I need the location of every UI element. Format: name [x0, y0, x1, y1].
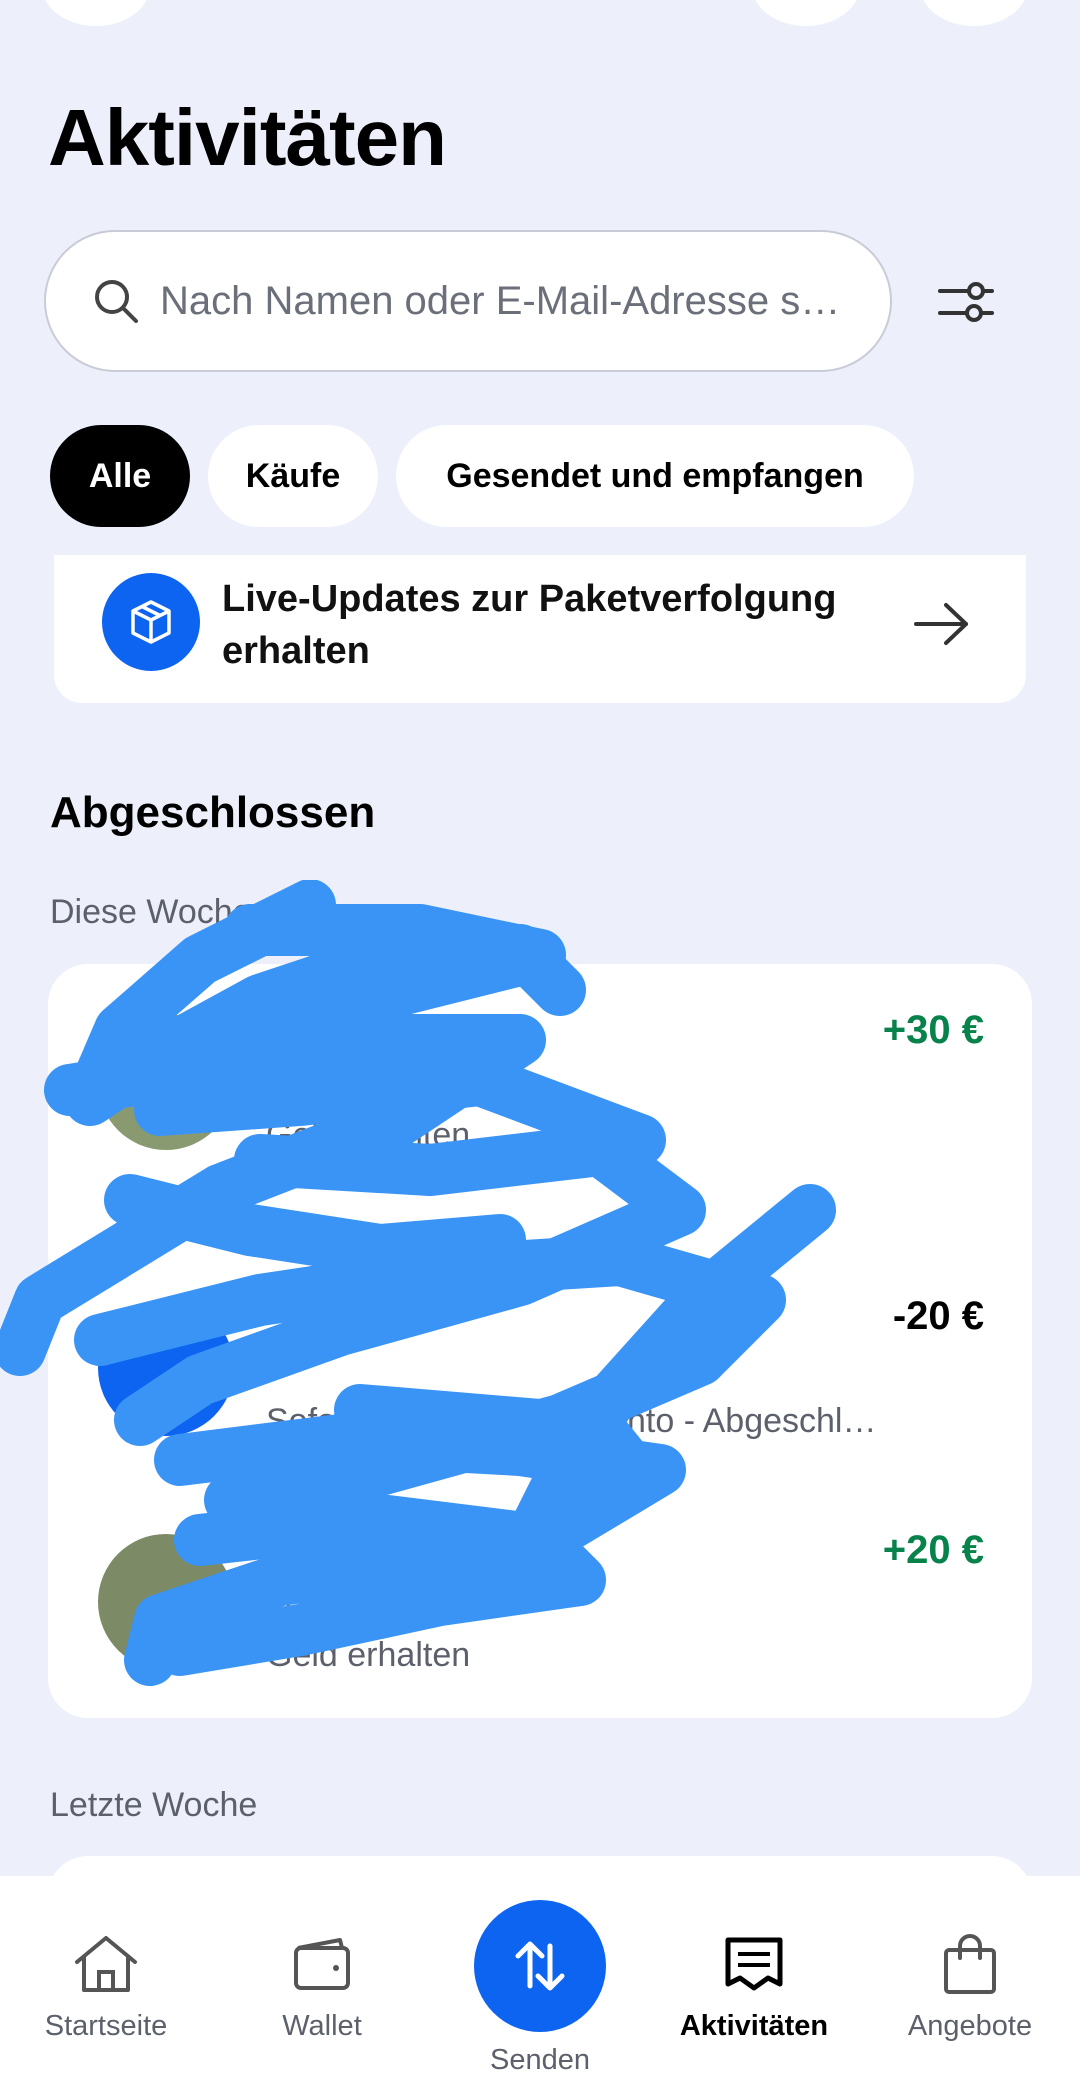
- nav-label: Startseite: [44, 2010, 168, 2042]
- top-partial-button[interactable]: [752, 0, 860, 26]
- nav-label: Aktivitäten: [679, 2010, 829, 2042]
- wallet-icon: [222, 1928, 422, 2000]
- bank-avatar: [98, 1300, 234, 1436]
- banner-text: Live-Updates zur Paketverfolgung erhalte…: [222, 578, 837, 672]
- search-input[interactable]: Nach Namen oder E-Mail-Adresse s…: [44, 230, 892, 372]
- transaction-description: Sofortzahlung – Bankkonto - Abgeschl…: [266, 1402, 877, 1440]
- avatar: [98, 1534, 234, 1670]
- group-label-last-week: Letzte Woche: [50, 1786, 258, 1824]
- nav-label: Wallet: [282, 2010, 362, 2042]
- transaction-amount: -20 €: [892, 1294, 984, 1338]
- transaction-list: .07.2026 Geld erhalten +30 € Sofortzahlu…: [48, 964, 1032, 1718]
- section-title-completed: Abgeschlossen: [50, 788, 376, 837]
- nav-label: Angebote: [907, 2010, 1033, 2042]
- bottom-navigation: Startseite Wallet Senden Aktivitäten Ang…: [0, 1876, 1080, 2088]
- filter-chip-all[interactable]: Alle: [50, 425, 190, 527]
- arrow-right-icon: [914, 603, 968, 645]
- transaction-description: Geld erhalten: [266, 1116, 471, 1154]
- top-partial-button[interactable]: [42, 0, 150, 26]
- nav-item-activities[interactable]: Aktivitäten: [654, 1928, 854, 2043]
- transaction-date: 20.07.2026: [266, 1582, 437, 1620]
- receipt-icon: [654, 1928, 854, 2000]
- home-icon: [6, 1928, 206, 2000]
- filter-chip-sent-received[interactable]: Gesendet und empfangen: [396, 425, 914, 527]
- transaction-amount: +20 €: [882, 1528, 984, 1572]
- transaction-row[interactable]: Sofortzahlung – Bankkonto - Abgeschl… -2…: [48, 1294, 1032, 1494]
- package-icon: [102, 573, 200, 671]
- transaction-description: Geld erhalten: [266, 1636, 471, 1674]
- nav-label-send: Senden: [490, 2044, 590, 2076]
- transaction-date: .07.2026: [266, 1062, 399, 1100]
- filter-button[interactable]: [930, 272, 1002, 332]
- sliders-icon: [938, 282, 994, 322]
- filter-chip-purchases[interactable]: Käufe: [208, 425, 378, 527]
- transaction-row[interactable]: .07.2026 Geld erhalten +30 €: [48, 1008, 1032, 1208]
- search-placeholder: Nach Namen oder E-Mail-Adresse s…: [160, 278, 841, 323]
- shopping-bag-icon: [870, 1928, 1070, 2000]
- send-button[interactable]: [474, 1900, 606, 2032]
- activities-screen: Aktivitäten Nach Namen oder E-Mail-Adres…: [0, 0, 1080, 2088]
- nav-item-wallet[interactable]: Wallet: [222, 1928, 422, 2043]
- search-icon: [95, 280, 138, 323]
- group-label-this-week: Diese Woche: [50, 893, 252, 931]
- nav-item-offers[interactable]: Angebote: [870, 1928, 1070, 2043]
- page-title: Aktivitäten: [48, 93, 447, 182]
- avatar: [98, 1014, 234, 1150]
- transaction-row[interactable]: 20.07.2026 Geld erhalten +20 €: [48, 1528, 1032, 1728]
- top-partial-button[interactable]: [920, 0, 1028, 26]
- transfer-arrows-icon: [515, 1941, 565, 1991]
- tracking-banner[interactable]: Live-Updates zur Paketverfolgung erhalte…: [54, 555, 1026, 703]
- transaction-amount: +30 €: [882, 1008, 984, 1052]
- nav-item-home[interactable]: Startseite: [6, 1928, 206, 2043]
